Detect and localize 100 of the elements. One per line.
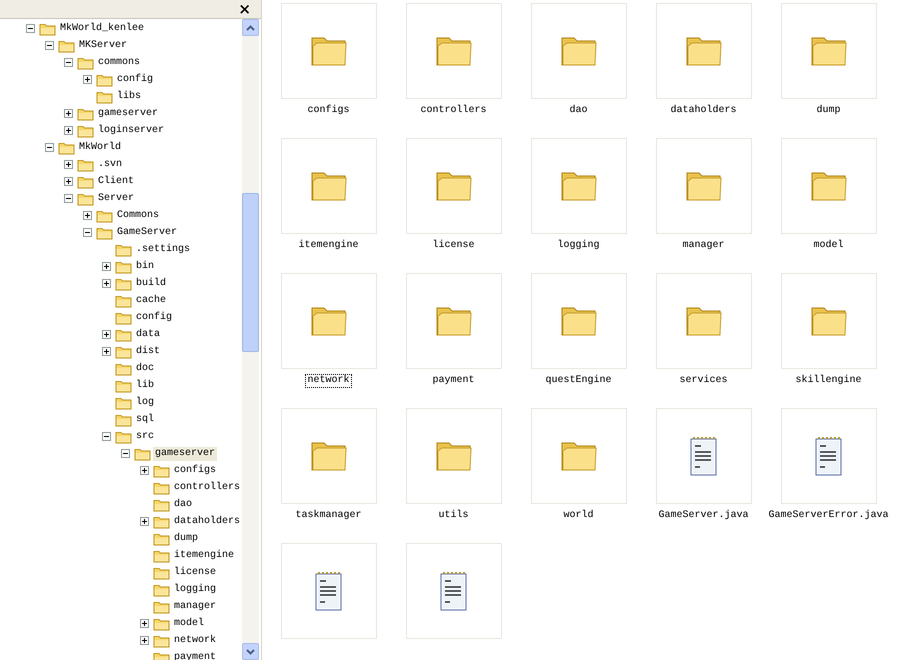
thumbnail[interactable]	[656, 138, 752, 234]
tree-item[interactable]: libs	[115, 90, 144, 104]
expand-icon[interactable]	[64, 126, 73, 135]
collapse-icon[interactable]	[121, 449, 130, 458]
thumbnail[interactable]	[530, 138, 626, 234]
expand-icon[interactable]	[64, 160, 73, 169]
thumbnail[interactable]	[406, 543, 502, 639]
thumbnail[interactable]	[780, 408, 876, 504]
tree-item[interactable]: cache	[134, 294, 168, 308]
tree-item[interactable]: gameserver	[153, 446, 218, 460]
item-label[interactable]: license	[431, 240, 476, 252]
tree-item[interactable]: commons	[96, 56, 142, 70]
thumbnail[interactable]	[656, 273, 752, 369]
tree-item[interactable]: lib	[134, 378, 156, 392]
tree-item[interactable]: gameserver	[96, 106, 160, 120]
tree-item[interactable]: bin	[134, 260, 156, 274]
expand-icon[interactable]	[102, 262, 111, 271]
thumbnail[interactable]	[406, 3, 502, 99]
tree-item[interactable]: dump	[172, 532, 200, 546]
expand-icon[interactable]	[64, 177, 73, 186]
item-label[interactable]: dump	[815, 105, 842, 117]
tree-item[interactable]: MKServer	[77, 38, 130, 52]
thumbnail[interactable]	[280, 273, 376, 369]
item-label[interactable]: questEngine	[544, 375, 612, 387]
tree-item[interactable]: dataholders	[172, 514, 242, 528]
item-label[interactable]: utils	[437, 510, 470, 522]
item-label[interactable]: logging	[556, 240, 600, 252]
expand-icon[interactable]	[140, 466, 149, 475]
item-label[interactable]: payment	[431, 375, 476, 387]
tree-item[interactable]: dao	[172, 498, 194, 512]
tree-item[interactable]: model	[172, 616, 206, 630]
item-label[interactable]: world	[562, 510, 594, 522]
tree-item[interactable]: MkWorld	[77, 140, 124, 154]
collapse-icon[interactable]	[45, 143, 54, 152]
expand-icon[interactable]	[83, 75, 92, 84]
item-label[interactable]: GameServer.java	[657, 510, 750, 522]
tree-item[interactable]: GameServer	[115, 226, 180, 240]
tree-item[interactable]: loginserver	[96, 124, 166, 138]
tree-item[interactable]: .svn	[96, 158, 124, 172]
tree-item[interactable]: config	[115, 72, 156, 86]
collapse-icon[interactable]	[45, 41, 54, 50]
thumbnail[interactable]	[656, 3, 752, 99]
tree-item[interactable]: Client	[96, 174, 136, 188]
thumbnail[interactable]	[406, 408, 502, 504]
tree-item[interactable]: src	[134, 430, 156, 444]
item-label[interactable]: skillengine	[794, 375, 862, 387]
collapse-icon[interactable]	[83, 228, 92, 237]
item-label[interactable]: taskmanager	[294, 510, 362, 522]
item-label[interactable]: itemengine	[297, 240, 360, 252]
expand-icon[interactable]	[140, 517, 149, 526]
tree-item[interactable]: MkWorld_kenlee	[58, 22, 146, 36]
tree-item[interactable]: dist	[134, 344, 162, 358]
expand-icon[interactable]	[140, 619, 149, 628]
tree-item[interactable]: itemengine	[172, 548, 236, 562]
thumbnail[interactable]	[406, 273, 502, 369]
thumbnail[interactable]	[530, 408, 626, 504]
tree-item[interactable]: manager	[172, 600, 218, 614]
collapse-icon[interactable]	[64, 194, 73, 203]
item-label[interactable]: dataholders	[669, 105, 738, 117]
close-button[interactable]: ×	[238, 2, 251, 16]
collapse-icon[interactable]	[26, 24, 35, 33]
item-label[interactable]: configs	[306, 105, 350, 117]
expand-icon[interactable]	[64, 109, 73, 118]
tree-item[interactable]: Commons	[115, 208, 162, 222]
expand-icon[interactable]	[102, 330, 111, 339]
thumbnail[interactable]	[780, 273, 876, 369]
thumbnail[interactable]	[530, 273, 626, 369]
scroll-up-button[interactable]	[242, 19, 259, 36]
expand-icon[interactable]	[102, 279, 111, 288]
thumbnail[interactable]	[780, 138, 876, 234]
scroll-down-button[interactable]	[242, 643, 259, 660]
tree-item[interactable]: Server	[96, 192, 136, 206]
tree-item[interactable]: .settings	[134, 242, 192, 256]
item-label[interactable]: dao	[568, 105, 588, 117]
tree-item[interactable]: data	[134, 328, 162, 342]
item-label[interactable]: services	[678, 375, 728, 387]
tree-item[interactable]: build	[134, 276, 168, 290]
expand-icon[interactable]	[83, 211, 92, 220]
item-label[interactable]: network	[306, 375, 350, 387]
tree-item[interactable]: configs	[172, 464, 218, 478]
expand-icon[interactable]	[102, 347, 111, 356]
scroll-thumb[interactable]	[242, 192, 259, 352]
collapse-icon[interactable]	[64, 58, 73, 67]
thumbnail[interactable]	[280, 543, 376, 639]
tree-item[interactable]: config	[134, 310, 174, 324]
tree-item[interactable]: sql	[134, 412, 156, 426]
collapse-icon[interactable]	[102, 432, 111, 441]
item-label[interactable]: GameServerError.java	[767, 510, 890, 522]
thumbnail[interactable]	[280, 408, 376, 504]
thumbnail[interactable]	[530, 3, 626, 99]
tree-item[interactable]: doc	[134, 362, 156, 376]
item-label[interactable]: model	[812, 240, 844, 252]
tree-item[interactable]: controllers	[172, 480, 242, 494]
item-label[interactable]: controllers	[419, 105, 488, 117]
thumbnail[interactable]	[280, 138, 376, 234]
thumbnail[interactable]	[780, 3, 876, 99]
expand-icon[interactable]	[140, 636, 149, 645]
thumbnail[interactable]	[656, 408, 752, 504]
tree-item[interactable]: logging	[172, 582, 218, 596]
scrollbar[interactable]	[242, 19, 259, 660]
